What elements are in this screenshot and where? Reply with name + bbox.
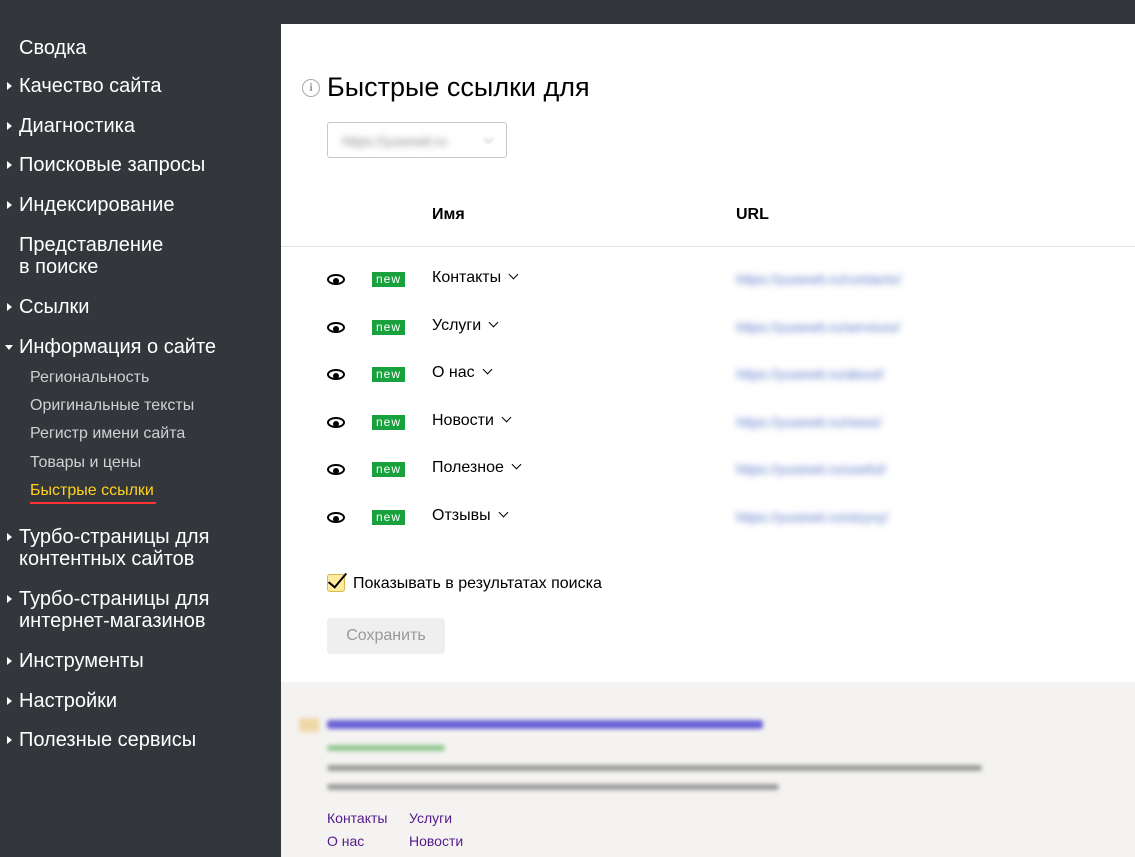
eye-icon[interactable] <box>327 322 345 333</box>
sidebar-item-label: Качество сайта <box>19 75 162 97</box>
row-url[interactable]: https://yusewit.ru/useful/ <box>736 461 886 477</box>
sidebar-item-label: Полезные сервисы <box>19 729 197 751</box>
eye-icon[interactable] <box>327 464 345 475</box>
caret-right-icon <box>7 161 12 169</box>
chevron-down-icon <box>483 133 494 144</box>
show-in-results-label[interactable]: Показывать в результатах поиска <box>353 575 602 593</box>
chevron-down-icon <box>501 412 512 423</box>
caret-right-icon <box>7 697 12 705</box>
sidebar: Сводка Качество сайта Диагностика Поиско… <box>0 24 281 857</box>
table-row: new Отзывы https://yusewit.ru/otzyvy/ <box>281 503 1135 533</box>
row-name-dropdown[interactable]: Полезное <box>432 459 522 477</box>
sidebar-item-label: Информация о сайте <box>19 336 217 358</box>
preview-title-placeholder <box>327 720 763 729</box>
top-bar <box>0 0 1135 24</box>
sidebar-item-label: Турбо-страницы для контентных сайтов <box>19 526 210 570</box>
row-name-dropdown[interactable]: Новости <box>432 412 512 430</box>
row-url[interactable]: https://yusewit.ru/news/ <box>736 414 882 430</box>
site-select-value: https://yusewit.ru <box>342 133 448 149</box>
sidebar-subitem-original-texts[interactable]: Оригинальные тексты <box>30 397 194 415</box>
page-title: Быстрые ссылки для <box>327 72 590 102</box>
show-in-results-checkbox[interactable] <box>327 574 345 592</box>
row-url[interactable]: https://yusewit.ru/about/ <box>736 366 884 382</box>
preview-quick-link[interactable]: О нас <box>327 833 364 849</box>
column-header-name: Имя <box>432 206 465 223</box>
row-name-dropdown[interactable]: Контакты <box>432 269 519 287</box>
row-name-dropdown[interactable]: Отзывы <box>432 507 509 525</box>
preview-url-placeholder <box>327 745 445 751</box>
eye-icon[interactable] <box>327 274 345 285</box>
sidebar-item-turbo-shops[interactable]: Турбо-страницы для интернет-магазинов <box>0 588 281 632</box>
sidebar-item-search-appearance[interactable]: Представление в поиске <box>0 234 281 278</box>
eye-icon[interactable] <box>327 369 345 380</box>
sidebar-item-turbo-content[interactable]: Турбо-страницы для контентных сайтов <box>0 526 281 570</box>
column-header-url: URL <box>736 206 769 223</box>
sidebar-item-label: Поисковые запросы <box>19 154 206 176</box>
caret-right-icon <box>7 736 12 744</box>
new-badge: new <box>372 415 405 430</box>
sidebar-item-label: Ссылки <box>19 296 90 318</box>
new-badge: new <box>372 272 405 287</box>
caret-right-icon <box>7 201 12 209</box>
preview-text-line <box>327 765 982 771</box>
eye-icon[interactable] <box>327 512 345 523</box>
sidebar-item-label: Сводка <box>19 37 87 59</box>
row-name-dropdown[interactable]: О нас <box>432 364 493 382</box>
row-url[interactable]: https://yusewit.ru/services/ <box>736 319 900 335</box>
chevron-down-icon <box>488 317 499 328</box>
table-row: new Полезное https://yusewit.ru/useful/ <box>281 455 1135 485</box>
sidebar-subitem-quick-links[interactable]: Быстрые ссылки <box>30 482 156 504</box>
new-badge: new <box>372 510 405 525</box>
favicon-icon <box>299 718 319 732</box>
caret-right-icon <box>7 303 12 311</box>
table-row: new О нас https://yusewit.ru/about/ <box>281 360 1135 390</box>
new-badge: new <box>372 320 405 335</box>
table-row: new Контакты https://yusewit.ru/contacts… <box>281 265 1135 295</box>
caret-right-icon <box>7 595 12 603</box>
preview-quick-link[interactable]: Контакты <box>327 810 387 826</box>
chevron-down-icon <box>508 269 519 280</box>
row-name-dropdown[interactable]: Услуги <box>432 317 499 335</box>
row-url[interactable]: https://yusewit.ru/contacts/ <box>736 271 901 287</box>
site-select[interactable]: https://yusewit.ru <box>327 122 507 158</box>
table-row: new Услуги https://yusewit.ru/services/ <box>281 313 1135 343</box>
caret-right-icon <box>7 122 12 130</box>
caret-right-icon <box>7 533 12 541</box>
sidebar-item-label: Диагностика <box>19 115 135 137</box>
sidebar-subitem-products-prices[interactable]: Товары и цены <box>30 454 141 472</box>
table-row: new Новости https://yusewit.ru/news/ <box>281 408 1135 438</box>
eye-icon[interactable] <box>327 417 345 428</box>
new-badge: new <box>372 367 405 382</box>
header-divider <box>281 246 1135 247</box>
caret-right-icon <box>7 82 12 90</box>
chevron-down-icon <box>498 507 509 518</box>
sidebar-item-label: Настройки <box>19 690 118 712</box>
chevron-down-icon <box>482 364 493 375</box>
sidebar-subitem-regionality[interactable]: Региональность <box>30 369 149 387</box>
sidebar-subitem-site-name-case[interactable]: Регистр имени сайта <box>30 425 185 443</box>
sidebar-item-label: Представление в поиске <box>19 234 164 278</box>
preview-text-line <box>327 784 779 790</box>
main-panel: i Быстрые ссылки для https://yusewit.ru … <box>281 24 1135 682</box>
info-icon[interactable]: i <box>302 79 320 97</box>
preview-quick-link[interactable]: Новости <box>409 833 463 849</box>
sidebar-item-label: Инструменты <box>19 650 144 672</box>
row-url[interactable]: https://yusewit.ru/otzyvy/ <box>736 509 889 525</box>
preview-quick-link[interactable]: Услуги <box>409 810 452 826</box>
new-badge: new <box>372 462 405 477</box>
chevron-down-icon <box>511 459 522 470</box>
caret-down-icon <box>5 345 13 350</box>
save-button[interactable]: Сохранить <box>327 618 445 654</box>
sidebar-item-label: Турбо-страницы для интернет-магазинов <box>19 588 210 632</box>
sidebar-item-label: Индексирование <box>19 194 175 216</box>
caret-right-icon <box>7 657 12 665</box>
snippet-preview: Контакты Услуги О нас Новости <box>281 682 1135 857</box>
